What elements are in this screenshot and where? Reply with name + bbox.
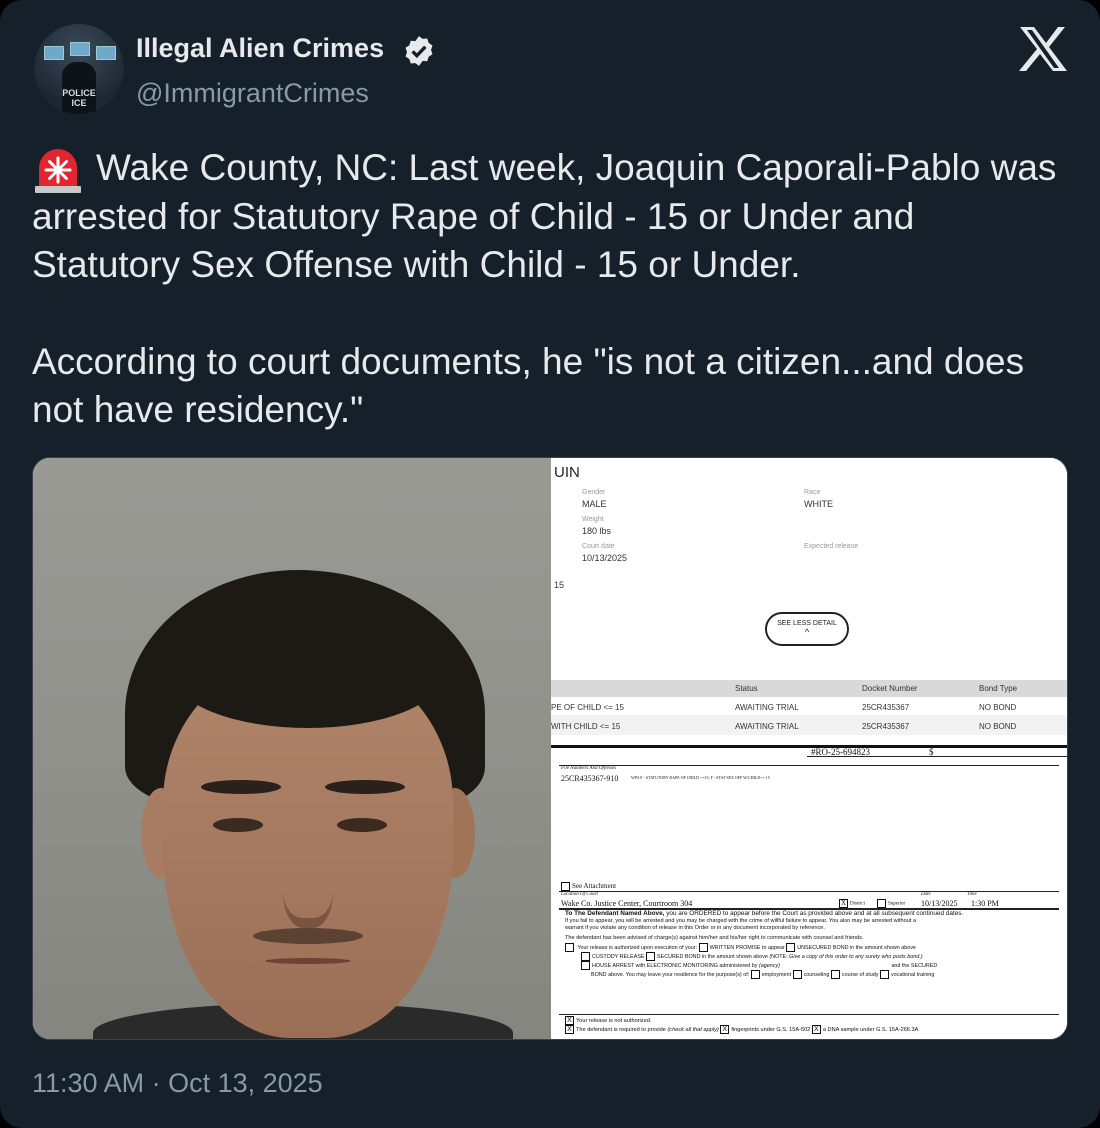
order-line-2: If you fail to appear, you will be arres… xyxy=(565,918,917,924)
mugshot-mustache xyxy=(253,928,363,944)
verified-badge-icon xyxy=(405,36,433,66)
order-line-3: warrant if you violate any condition of … xyxy=(565,925,825,931)
tweet-paragraph-2: According to court documents, he "is not… xyxy=(32,340,1025,431)
date-label: Date xyxy=(921,892,931,897)
superior-checkbox[interactable]: Superior xyxy=(877,899,905,908)
release-option-4: BOND above. You may leave your residence… xyxy=(591,970,935,979)
avatar[interactable]: POLICE ICE xyxy=(34,24,124,114)
column-header-docket: Docket Number xyxy=(862,684,918,693)
checkbox[interactable] xyxy=(698,943,708,952)
divider xyxy=(559,1014,1059,1015)
chevron-up-icon: ^ xyxy=(804,627,810,637)
divider xyxy=(559,891,1059,892)
x-logo-icon[interactable] xyxy=(1018,26,1068,72)
table-cell-docket: 25CR435367 xyxy=(862,722,910,731)
court-date-label: Court date xyxy=(582,543,615,550)
checkbox[interactable]: X xyxy=(565,1016,574,1025)
order-line-1: To The Defendant Named Above, you are OR… xyxy=(565,910,964,917)
stray-text: 15 xyxy=(554,580,565,590)
court-time: 1:30 PM xyxy=(971,899,999,908)
checkbox[interactable] xyxy=(792,970,802,979)
column-header-bond: Bond Type xyxy=(979,684,1018,693)
ro-number: #RO-25-694823 xyxy=(811,747,870,757)
display-name[interactable]: Illegal Alien Crimes xyxy=(136,33,384,64)
tweet-card: POLICE ICE Illegal Alien Crimes @Immigran… xyxy=(0,0,1100,1128)
court-date-value: 10/13/2025 xyxy=(582,553,628,563)
divider xyxy=(559,765,1059,766)
uin-label: UIN xyxy=(554,464,580,481)
table-cell-bond: NO BOND xyxy=(979,703,1017,712)
checkbox[interactable]: X xyxy=(839,899,848,908)
checkbox[interactable] xyxy=(646,952,656,961)
file-number: 25CR435367-910 xyxy=(561,774,619,783)
checkbox[interactable]: X xyxy=(811,1025,821,1034)
checkbox[interactable] xyxy=(879,970,889,979)
checkbox[interactable]: X xyxy=(720,1025,730,1034)
checkbox[interactable] xyxy=(750,970,760,979)
column-header-status: Status xyxy=(735,684,758,693)
release-order-document[interactable]: #RO-25-694823 $ File Numbers And Offense… xyxy=(551,747,1067,1039)
checkbox[interactable] xyxy=(877,899,886,908)
table-cell-status: AWAITING TRIAL xyxy=(735,703,799,712)
see-attachment[interactable]: See Attachment xyxy=(561,882,616,891)
time-label: Time xyxy=(967,892,977,897)
court-location: Wake Co. Justice Center, Courtroom 304 xyxy=(561,899,693,908)
checkbox[interactable]: X xyxy=(565,1025,574,1034)
required-line: X The defendant is required to provide (c… xyxy=(565,1025,918,1034)
release-option-3: HOUSE ARREST with ELECTRONIC MONITORING … xyxy=(581,961,937,970)
checkbox[interactable] xyxy=(561,882,570,891)
tweet-paragraph-1: Wake County, NC: Last week, Joaquin Capo… xyxy=(32,147,1057,285)
release-option-1: Your release is authorized upon executio… xyxy=(565,943,916,952)
mugshot-eye xyxy=(213,818,263,832)
expected-release-label: Expected release xyxy=(804,543,859,550)
court-date: 10/13/2025 xyxy=(921,899,958,908)
avatar-vest-text: POLICE ICE xyxy=(62,88,96,108)
release-option-2: CUSTODY RELEASE SECURED BOND in the amou… xyxy=(581,952,923,961)
mugshot-brow xyxy=(201,780,281,794)
tweet-timestamp[interactable]: 11:30 AM · Oct 13, 2025 xyxy=(32,1068,323,1099)
mugshot-image[interactable] xyxy=(33,458,551,1039)
gender-value: MALE xyxy=(582,499,607,509)
checkbox[interactable] xyxy=(581,952,590,961)
account-handle[interactable]: @ImmigrantCrimes xyxy=(136,78,369,109)
table-cell-charge: PE OF CHILD <= 15 xyxy=(551,703,624,712)
avatar-monitor xyxy=(96,46,116,60)
order-line-4: The defendant has been advised of charge… xyxy=(565,935,864,941)
see-less-detail-label: SEE LESS DETAIL xyxy=(777,620,837,627)
checkbox[interactable] xyxy=(830,970,840,979)
table-cell-bond: NO BOND xyxy=(979,722,1017,731)
location-label: Location Of Court xyxy=(561,892,598,897)
gender-label: Gender xyxy=(582,489,606,496)
table-cell-charge: WITH CHILD <= 15 xyxy=(551,722,621,731)
booking-details-screenshot[interactable]: UIN Gender MALE Race WHITE Weight 180 lb… xyxy=(551,458,1067,745)
avatar-monitor xyxy=(44,46,64,60)
offense-text: WPA F - STATUTORY RAPE OF CHILD <=15; F … xyxy=(631,775,770,780)
release-not-authorized: X Your release is not authorized. xyxy=(565,1016,651,1025)
table-cell-docket: 25CR435367 xyxy=(862,703,910,712)
race-value: WHITE xyxy=(804,499,833,509)
checkbox[interactable] xyxy=(581,961,590,970)
file-numbers-label: File Numbers And Offenses xyxy=(561,766,617,771)
see-less-detail-button[interactable]: SEE LESS DETAIL ^ xyxy=(765,612,849,646)
checkbox[interactable] xyxy=(786,943,796,952)
avatar-monitor xyxy=(70,42,90,56)
mugshot-eye xyxy=(337,818,387,832)
checkbox[interactable] xyxy=(565,943,574,952)
mugshot-mouth xyxy=(265,958,351,964)
mugshot-brow xyxy=(325,780,405,794)
weight-value: 180 lbs xyxy=(582,526,612,536)
weight-label: Weight xyxy=(582,516,604,523)
mugshot-nose xyxy=(283,838,333,928)
district-checkbox[interactable]: X District xyxy=(839,899,865,908)
table-cell-status: AWAITING TRIAL xyxy=(735,722,799,731)
media-attachment[interactable]: UIN Gender MALE Race WHITE Weight 180 lb… xyxy=(32,457,1068,1040)
tweet-text: Wake County, NC: Last week, Joaquin Capo… xyxy=(32,144,1072,435)
race-label: Race xyxy=(804,489,821,496)
dollar-sign: $ xyxy=(929,747,934,757)
